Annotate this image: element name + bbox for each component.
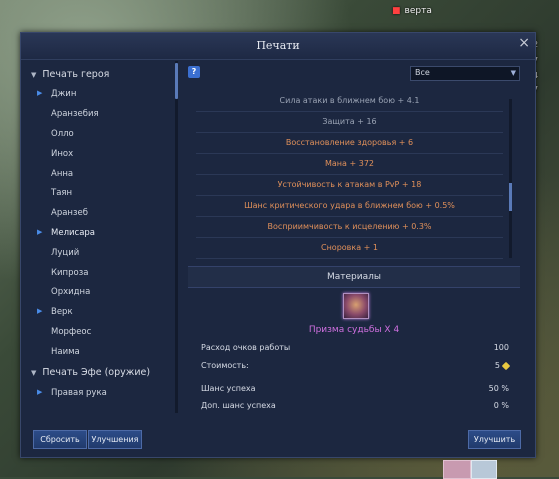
info-label: Расход очков работы (201, 343, 291, 352)
sidebar-item[interactable]: Аранзеб (51, 208, 88, 218)
stat-row: Шанс критического удара в ближнем бою + … (196, 195, 503, 217)
stat-row: Защита + 16 (196, 111, 503, 133)
sidebar-item[interactable]: Верк (51, 307, 73, 317)
chevron-down-icon: ▼ (31, 70, 37, 79)
stat-row: Сила атаки в ближнем бою + 4.1 (196, 90, 503, 112)
play-arrow-icon: ▶ (37, 228, 43, 236)
sidebar-item[interactable]: Анна (51, 169, 73, 179)
seals-window: Печати × ▼ Печать героя ▶ Джин Аранзебия… (20, 32, 536, 458)
play-arrow-icon: ▶ (37, 89, 43, 97)
info-label: Стоимость: (201, 361, 249, 370)
info-row-work-points: Расход очков работы 100 (201, 343, 509, 352)
sidebar-item[interactable]: Инох (51, 149, 73, 159)
chevron-down-icon: ▼ (510, 69, 516, 77)
stat-row: Восприимчивость к исцелению + 0.3% (196, 216, 503, 238)
stat-text: Шанс критического удара в ближнем бою + … (244, 201, 455, 210)
skill-slot-icon[interactable] (443, 460, 471, 479)
sidebar-item[interactable]: Кипроза (51, 268, 88, 278)
sidebar-item[interactable]: Морфеос (51, 327, 91, 337)
sidebar-item[interactable]: Джин (51, 89, 76, 99)
help-icon[interactable]: ? (188, 66, 200, 78)
reset-button[interactable]: Сбросить (33, 430, 87, 449)
material-name: Призма судьбы X 4 (308, 325, 400, 335)
window-title: Печати (256, 39, 300, 52)
close-icon[interactable]: × (518, 35, 530, 51)
sidebar-scroll-thumb[interactable] (175, 63, 178, 99)
cost-value: 5 (494, 361, 511, 370)
stat-text: Защита + 16 (322, 117, 377, 126)
info-value: 5 (494, 361, 500, 370)
info-row-success-chance: Шанс успеха 50 % (201, 384, 509, 393)
stat-text: Устойчивость к атакам в PvP + 18 (277, 180, 422, 189)
stats-scrollbar[interactable] (509, 99, 512, 258)
info-value: 100 (493, 343, 509, 352)
stat-text: Восприимчивость к исцелению + 0.3% (267, 222, 432, 231)
sidebar-item[interactable]: Правая рука (51, 388, 107, 398)
player-marker-icon: ■ (392, 6, 401, 16)
sidebar-item[interactable]: Олло (51, 129, 74, 139)
category-hero-seal[interactable]: ▼ Печать героя (31, 69, 109, 80)
upgrades-button[interactable]: Улучшения (88, 430, 142, 449)
play-arrow-icon: ▶ (37, 307, 43, 315)
sidebar-item-selected[interactable]: Мелисара (51, 228, 95, 238)
stat-row: Восстановление здоровья + 6 (196, 132, 503, 154)
info-row-cost: Стоимость: 5 (201, 361, 511, 370)
stats-list: Сила атаки в ближнем бою + 4.1 Защита + … (188, 90, 511, 262)
stat-text: Сноровка + 1 (320, 243, 378, 252)
chevron-down-icon: ▼ (31, 368, 37, 377)
stat-text: Мана + 372 (325, 159, 374, 168)
info-value: 0 % (493, 401, 509, 410)
category-efe-seal[interactable]: ▼ Печать Эфе (оружие) (31, 367, 150, 378)
sidebar-item[interactable]: Наима (51, 347, 80, 357)
stat-text: Сила атаки в ближнем бою + 4.1 (279, 96, 420, 105)
skill-slot-icon[interactable] (471, 460, 497, 479)
coin-icon (501, 361, 511, 370)
sidebar-item[interactable]: Орхидна (51, 287, 90, 297)
filter-select[interactable]: Все ▼ (410, 66, 520, 81)
prism-of-fate-icon[interactable] (343, 293, 369, 319)
sidebar-item[interactable]: Аранзебия (51, 109, 99, 119)
materials-header: Материалы (188, 266, 520, 288)
window-titlebar: Печати × (21, 33, 535, 60)
sidebar-scrollbar[interactable] (175, 61, 178, 413)
play-arrow-icon: ▶ (37, 388, 43, 396)
stat-row: Сноровка + 1 (196, 237, 503, 259)
background-player-name: ■ верта (392, 6, 432, 16)
info-value: 50 % (488, 384, 509, 393)
category-label: Печать Эфе (оружие) (42, 367, 151, 378)
sidebar-item[interactable]: Таян (51, 188, 72, 198)
info-label: Доп. шанс успеха (201, 401, 276, 410)
stats-scroll-thumb[interactable] (509, 183, 512, 211)
info-row-extra-chance: Доп. шанс успеха 0 % (201, 401, 509, 410)
info-label: Шанс успеха (201, 384, 256, 393)
stat-text: Восстановление здоровья + 6 (285, 138, 414, 147)
filter-selected-value: Все (415, 68, 430, 77)
upgrade-button[interactable]: Улучшить (468, 430, 521, 449)
sidebar-item[interactable]: Луций (51, 248, 79, 258)
category-label: Печать героя (42, 69, 110, 80)
stat-row: Устойчивость к атакам в PvP + 18 (196, 174, 503, 196)
stat-row: Мана + 372 (196, 153, 503, 175)
